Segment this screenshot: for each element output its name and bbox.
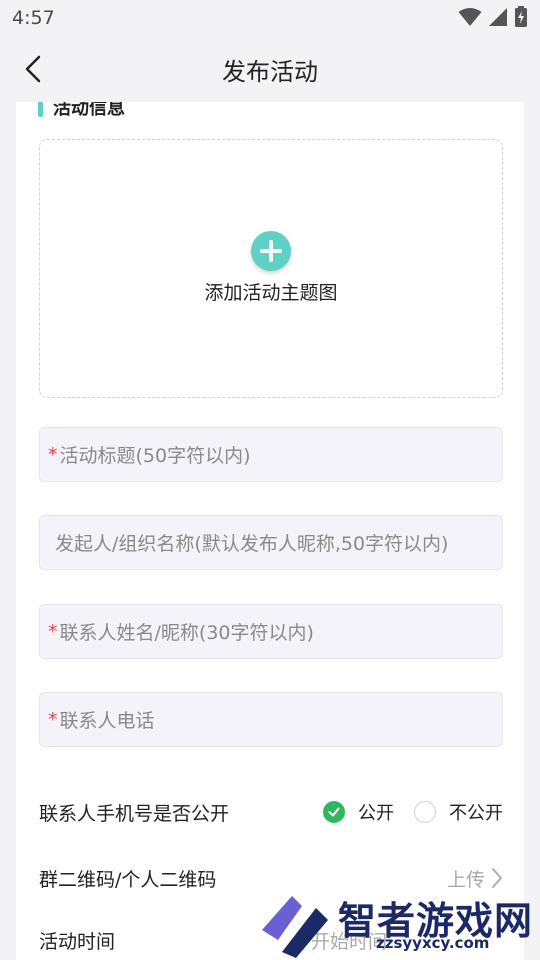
nav-bar: 发布活动 (0, 36, 540, 102)
organizer-placeholder: 发起人/组织名称(默认发布人昵称,50字符以内) (55, 533, 449, 555)
contact-phone-placeholder: 联系人电话 (59, 710, 155, 732)
chevron-right-icon (492, 868, 502, 888)
activity-title-input[interactable]: * 活动标题(50字符以内) (39, 427, 503, 482)
watermark-logo: 智者游戏网 zzsyyxcy.com (258, 890, 540, 960)
radio-public[interactable]: 公开 (323, 799, 394, 825)
activity-title-placeholder: 活动标题(50字符以内) (59, 445, 251, 467)
status-time: 4:57 (12, 7, 55, 29)
qr-code-label: 群二维码/个人二维码 (39, 868, 217, 891)
organizer-input[interactable]: 发起人/组织名称(默认发布人昵称,50字符以内) (39, 515, 503, 570)
radio-unchecked-icon[interactable] (414, 801, 436, 823)
radio-private-label: 不公开 (449, 803, 503, 824)
status-bar: 4:57 (0, 0, 540, 36)
status-icons (458, 6, 528, 32)
contact-phone-input[interactable]: * 联系人电话 (39, 692, 503, 747)
watermark-logo-mark (262, 896, 328, 958)
radio-private[interactable]: 不公开 (414, 799, 503, 825)
radio-public-label: 公开 (358, 803, 394, 824)
upload-label: 添加活动主题图 (204, 282, 338, 304)
battery-icon (514, 6, 528, 32)
required-mark: * (48, 443, 58, 466)
cellular-signal-icon (488, 7, 508, 31)
form-card: 活动信息 添加活动主题图 * 活动标题(50字符以内) 发起人/组织名称(默认发… (16, 102, 524, 960)
watermark-subtext: zzsyyxcy.com (376, 934, 490, 952)
section-title: 活动信息 (53, 102, 125, 119)
contact-name-input[interactable]: * 联系人姓名/昵称(30字符以内) (39, 604, 503, 659)
upload-theme-image[interactable]: 添加活动主题图 (39, 139, 503, 398)
section-accent-bar (38, 102, 43, 117)
phone-public-label: 联系人手机号是否公开 (39, 802, 230, 825)
contact-name-placeholder: 联系人姓名/昵称(30字符以内) (59, 622, 314, 644)
wifi-icon (458, 7, 482, 31)
radio-checked-icon[interactable] (323, 801, 345, 823)
section-header: 活动信息 (38, 102, 125, 120)
qr-upload-link[interactable]: 上传 (447, 865, 485, 892)
required-mark: * (48, 620, 58, 643)
phone-public-row: 联系人手机号是否公开 公开 不公开 (39, 792, 503, 832)
add-icon[interactable] (251, 231, 291, 271)
required-mark: * (48, 708, 58, 731)
page-title: 发布活动 (222, 58, 318, 86)
